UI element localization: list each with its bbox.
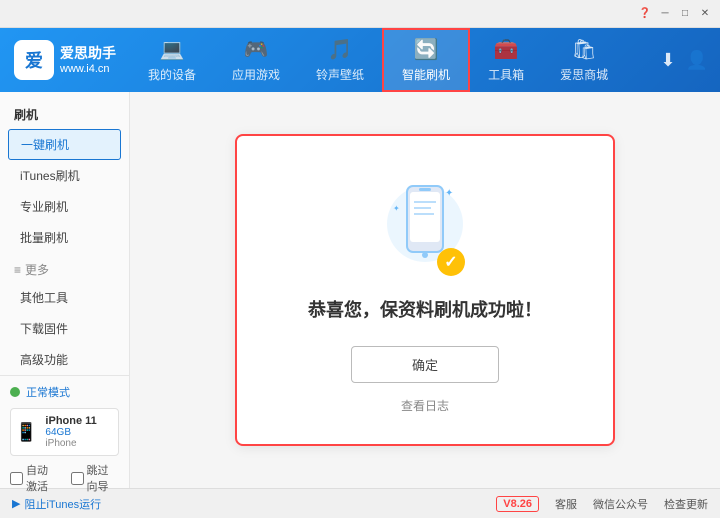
toolbox-icon: 🧰 xyxy=(494,37,519,62)
device-info: 📱 iPhone 11 64GB iPhone xyxy=(10,408,119,456)
footer-support-link[interactable]: 客服 xyxy=(555,496,577,512)
ringtones-icon: 🎵 xyxy=(328,37,353,62)
apps-games-icon: 🎮 xyxy=(244,37,269,62)
auto-activate-checkbox[interactable] xyxy=(10,472,23,485)
download-icon[interactable]: ⬇ xyxy=(660,50,675,71)
minimize-btn[interactable]: ─ xyxy=(658,7,672,21)
logo-area: 爱 爱思助手 www.i4.cn xyxy=(0,28,130,92)
logo-icon: 爱 xyxy=(14,40,54,80)
sidebar-item-other-tools[interactable]: 其他工具 xyxy=(0,282,129,313)
footer-wechat-link[interactable]: 微信公众号 xyxy=(593,496,648,512)
confirm-button[interactable]: 确定 xyxy=(351,346,499,383)
close-btn[interactable]: ✕ xyxy=(698,7,712,21)
success-message: 恭喜您，保资料刷机成功啦！ xyxy=(308,296,542,322)
success-card: ✦ ✦ ✓ 恭喜您，保资料刷机成功啦！ 确定 查看日志 xyxy=(235,134,615,446)
success-illustration: ✦ ✦ ✓ xyxy=(375,176,475,276)
sidebar: 刷机 一键刷机 iTunes刷机 专业刷机 批量刷机 ≡ 更多 其他工具 下载固… xyxy=(0,92,130,488)
device-phone-icon: 📱 xyxy=(15,422,37,443)
nav-tabs: 💻 我的设备 🎮 应用游戏 🎵 铃声壁纸 🔄 智能刷机 🧰 工具箱 🛍 爱思商城 xyxy=(130,28,660,92)
version-badge[interactable]: V8.26 xyxy=(496,496,539,512)
stop-icon: ▶ xyxy=(12,497,20,510)
sidebar-item-download-firmware[interactable]: 下载固件 xyxy=(0,313,129,344)
view-log-link[interactable]: 查看日志 xyxy=(401,397,449,414)
sidebar-item-pro-flash[interactable]: 专业刷机 xyxy=(0,191,129,222)
store-icon: 🛍 xyxy=(571,37,596,62)
tab-toolbox[interactable]: 🧰 工具箱 xyxy=(470,28,542,92)
footer-left: ▶ 阻止iTunes运行 xyxy=(12,496,101,512)
tab-smart-flash[interactable]: 🔄 智能刷机 xyxy=(382,28,470,92)
tab-my-device[interactable]: 💻 我的设备 xyxy=(130,28,214,92)
device-mode: 正常模式 xyxy=(10,384,119,400)
checkbox-row: 自动激活 跳过向导 xyxy=(10,456,119,498)
help-btn[interactable]: ❓ xyxy=(638,7,652,21)
tab-apps-games[interactable]: 🎮 应用游戏 xyxy=(214,28,298,92)
smart-flash-icon: 🔄 xyxy=(414,37,439,62)
tab-store[interactable]: 🛍 爱思商城 xyxy=(542,28,626,92)
sidebar-item-one-key-flash[interactable]: 一键刷机 xyxy=(8,129,121,160)
header-right: ⬇ 👤 xyxy=(660,50,720,71)
maximize-btn[interactable]: □ xyxy=(678,7,692,21)
sidebar-item-itunes-flash[interactable]: iTunes刷机 xyxy=(0,160,129,191)
title-bar: ❓ ─ □ ✕ xyxy=(0,0,720,28)
sidebar-bottom: 正常模式 📱 iPhone 11 64GB iPhone 自动激活 跳过向导 xyxy=(0,375,129,506)
mode-status-dot xyxy=(10,387,20,397)
svg-text:✦: ✦ xyxy=(445,188,453,199)
tab-ringtones[interactable]: 🎵 铃声壁纸 xyxy=(298,28,382,92)
section-title-more: ≡ 更多 xyxy=(0,253,129,282)
sidebar-item-advanced[interactable]: 高级功能 xyxy=(0,344,129,375)
check-badge: ✓ xyxy=(437,248,465,276)
sidebar-item-batch-flash[interactable]: 批量刷机 xyxy=(0,222,129,253)
auto-activate-label[interactable]: 自动激活 xyxy=(10,462,59,494)
skip-guide-checkbox[interactable] xyxy=(71,472,84,485)
main-layout: 刷机 一键刷机 iTunes刷机 专业刷机 批量刷机 ≡ 更多 其他工具 下载固… xyxy=(0,92,720,488)
section-title-flash: 刷机 xyxy=(0,100,129,129)
svg-text:✦: ✦ xyxy=(393,204,400,213)
header: 爱 爱思助手 www.i4.cn 💻 我的设备 🎮 应用游戏 🎵 铃声壁纸 🔄 … xyxy=(0,28,720,92)
skip-guide-label[interactable]: 跳过向导 xyxy=(71,462,120,494)
user-icon[interactable]: 👤 xyxy=(686,50,708,71)
device-details: iPhone 11 64GB iPhone xyxy=(45,415,96,449)
window-controls[interactable]: ❓ ─ □ ✕ xyxy=(638,7,712,21)
content-area: ✦ ✦ ✓ 恭喜您，保资料刷机成功啦！ 确定 查看日志 xyxy=(130,92,720,488)
logo-text: 爱思助手 www.i4.cn xyxy=(60,44,116,76)
footer-update-link[interactable]: 检查更新 xyxy=(664,496,708,512)
itunes-stop-button[interactable]: ▶ 阻止iTunes运行 xyxy=(12,496,101,512)
my-device-icon: 💻 xyxy=(160,37,185,62)
